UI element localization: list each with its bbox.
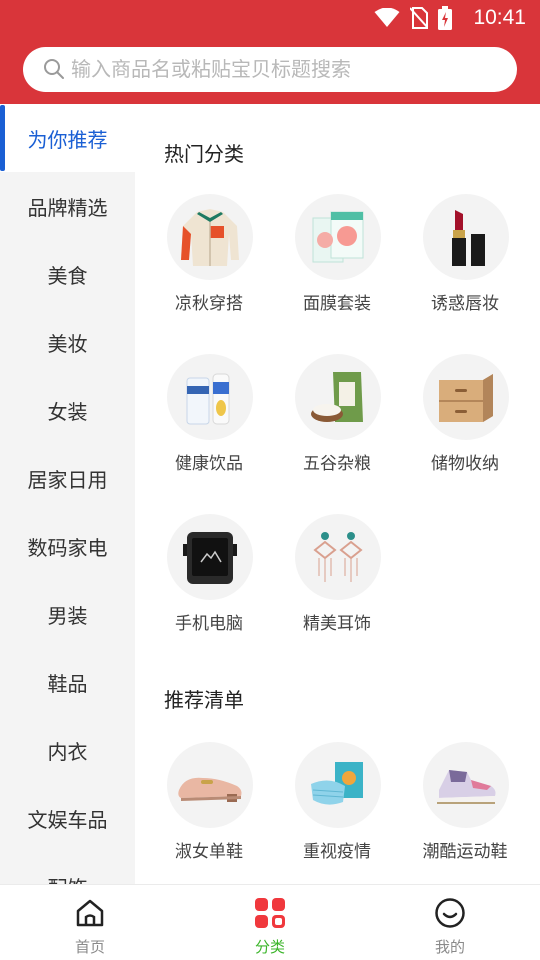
sidebar-item-digital[interactable]: 数码家电 xyxy=(0,512,135,580)
sidebar-item-label: 内衣 xyxy=(47,739,88,764)
sidebar-item-label: 女装 xyxy=(47,399,88,424)
category-label: 潮酷运动鞋 xyxy=(422,842,508,862)
sidebar-item-label: 鞋品 xyxy=(47,671,88,696)
sidebar-item-label: 品牌精选 xyxy=(27,195,108,220)
nav-category-label: 分类 xyxy=(254,938,285,956)
sidebar-item-shoes[interactable]: 鞋品 xyxy=(0,648,135,716)
category-label: 手机电脑 xyxy=(175,614,243,634)
rugged-phone-icon xyxy=(183,532,237,584)
nav-profile-label: 我的 xyxy=(434,938,465,956)
battery-charging-icon xyxy=(438,6,452,30)
sidebar-item-label: 数码家电 xyxy=(27,535,108,560)
bottom-navigation: 首页 分类 我的 xyxy=(0,884,540,960)
drawer-box-icon xyxy=(439,374,493,422)
category-label: 健康饮品 xyxy=(175,454,243,474)
category-item[interactable]: 健康饮品 xyxy=(145,354,273,494)
category-item[interactable]: 诱惑唇妆 xyxy=(401,194,529,334)
category-thumb xyxy=(295,742,381,828)
category-item[interactable]: 淑女单鞋 xyxy=(145,742,273,882)
sidebar-item-underwear[interactable]: 内衣 xyxy=(0,716,135,784)
category-label: 储物收纳 xyxy=(431,454,499,474)
nav-home-label: 首页 xyxy=(74,938,105,956)
drink-bottles-icon xyxy=(186,373,230,425)
category-sidebar[interactable]: 为你推荐 品牌精选 美食 美妆 女装 居家日用 数码家电 男装 鞋品 内衣 文娱… xyxy=(0,104,135,884)
category-label: 淑女单鞋 xyxy=(175,842,243,862)
category-item[interactable]: 精美耳饰 xyxy=(273,514,401,654)
section-title-recommend: 推荐清单 xyxy=(164,688,244,712)
sidebar-item-label: 男装 xyxy=(47,603,88,628)
category-thumb xyxy=(423,354,509,440)
category-label: 精美耳饰 xyxy=(303,614,371,634)
sidebar-item-home[interactable]: 居家日用 xyxy=(0,444,135,512)
category-thumb xyxy=(167,742,253,828)
sidebar-item-womens[interactable]: 女装 xyxy=(0,376,135,444)
status-bar: 10:41 xyxy=(0,0,540,36)
sidebar-item-food[interactable]: 美食 xyxy=(0,240,135,308)
nav-category[interactable]: 分类 xyxy=(180,885,360,960)
sneaker-icon xyxy=(437,770,496,804)
grain-bag-icon xyxy=(311,372,363,422)
category-item[interactable]: 潮酷运动鞋 xyxy=(401,742,529,882)
sidebar-item-label: 美妆 xyxy=(47,331,88,356)
earrings-icon xyxy=(313,532,363,582)
search-input[interactable] xyxy=(71,47,501,92)
category-thumb xyxy=(167,194,253,280)
home-icon xyxy=(76,899,104,927)
category-grid-icon xyxy=(255,898,285,928)
category-label: 面膜套装 xyxy=(303,294,371,314)
category-label: 五谷杂粮 xyxy=(303,454,371,474)
category-label: 凉秋穿搭 xyxy=(175,294,243,314)
sidebar-item-mens[interactable]: 男装 xyxy=(0,580,135,648)
medical-mask-icon xyxy=(311,762,363,805)
category-thumb xyxy=(295,514,381,600)
category-item[interactable]: 储物收纳 xyxy=(401,354,529,494)
sidebar-item-entertainment-auto[interactable]: 文娱车品 xyxy=(0,784,135,852)
status-icons xyxy=(374,6,452,30)
sidebar-item-label: 美食 xyxy=(47,263,88,288)
category-label: 重视疫情 xyxy=(303,842,371,862)
category-item[interactable]: 重视疫情 xyxy=(273,742,401,882)
category-thumb xyxy=(167,514,253,600)
profile-face-icon xyxy=(435,898,465,928)
sidebar-item-recommended[interactable]: 为你推荐 xyxy=(0,104,135,172)
sidebar-item-label: 配饰 xyxy=(48,872,88,885)
header-bar: 10:41 xyxy=(0,0,540,104)
category-thumb xyxy=(295,354,381,440)
category-item[interactable]: 手机电脑 xyxy=(145,514,273,654)
sidebar-item-beauty[interactable]: 美妆 xyxy=(0,308,135,376)
wifi-icon xyxy=(374,8,400,27)
category-thumb xyxy=(295,194,381,280)
category-content: 热门分类 凉秋穿搭 面膜套装 诱惑唇妆 健康饮品 五谷杂粮 储物收纳 手机电脑 … xyxy=(135,104,540,884)
no-sim-icon xyxy=(410,7,428,29)
search-icon xyxy=(44,59,64,79)
loafer-shoe-icon xyxy=(178,777,242,802)
search-bar[interactable] xyxy=(23,47,517,92)
section-title-hot: 热门分类 xyxy=(164,142,244,166)
category-item[interactable]: 五谷杂粮 xyxy=(273,354,401,494)
sidebar-item-accessories[interactable]: 配饰 xyxy=(0,852,135,885)
sidebar-item-label: 为你推荐 xyxy=(27,127,108,152)
lipstick-icon xyxy=(452,210,485,266)
category-thumb xyxy=(423,194,509,280)
face-mask-box-icon xyxy=(312,211,364,263)
jacket-icon xyxy=(181,209,239,266)
nav-home[interactable]: 首页 xyxy=(0,885,180,960)
category-thumb xyxy=(423,742,509,828)
category-item[interactable]: 面膜套装 xyxy=(273,194,401,334)
sidebar-item-label: 文娱车品 xyxy=(27,807,108,832)
category-label: 诱惑唇妆 xyxy=(431,294,499,314)
category-item[interactable]: 凉秋穿搭 xyxy=(145,194,273,334)
sidebar-item-brands[interactable]: 品牌精选 xyxy=(0,172,135,240)
status-time: 10:41 xyxy=(473,6,526,29)
nav-profile[interactable]: 我的 xyxy=(360,885,540,960)
sidebar-item-label: 居家日用 xyxy=(27,467,108,492)
category-thumb xyxy=(167,354,253,440)
